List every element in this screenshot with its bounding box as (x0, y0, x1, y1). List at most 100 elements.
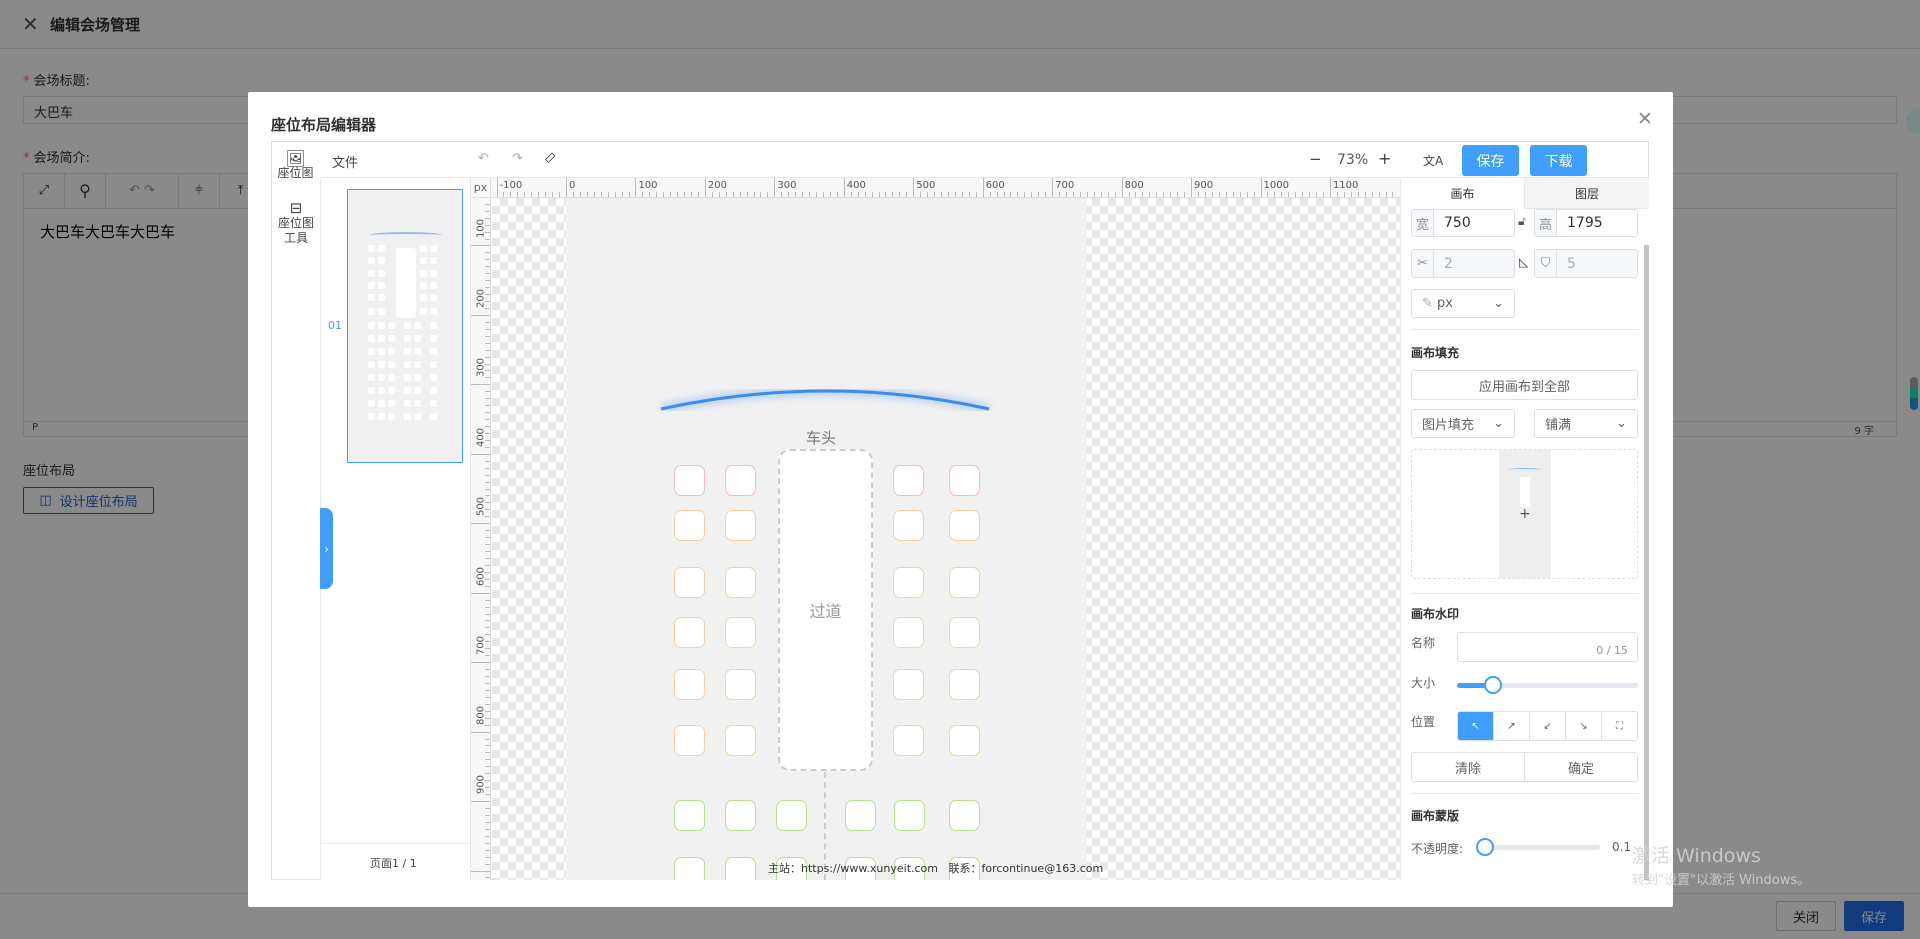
apply-to-all-button[interactable]: 应用画布到全部 (1411, 370, 1638, 400)
seat[interactable] (894, 800, 925, 831)
ruler-tick (635, 178, 637, 197)
ruler-tick (850, 192, 852, 197)
redo-icon[interactable]: ↷ (512, 151, 523, 166)
fill-image-upload[interactable]: + (1411, 449, 1638, 579)
ruler-tick (485, 467, 490, 469)
seat[interactable] (674, 465, 705, 496)
seat[interactable] (949, 617, 980, 648)
confirm-button[interactable]: 确定 (1525, 753, 1637, 781)
ruler-tick (485, 557, 490, 559)
seat[interactable] (893, 669, 924, 700)
seat[interactable] (893, 617, 924, 648)
seat[interactable] (893, 510, 924, 541)
ruler-tick (816, 192, 818, 197)
seat-canvas[interactable]: 车头 过道 主站：https://www.xunyeit.com 联系：forc… (566, 198, 1103, 880)
divider (1411, 329, 1638, 330)
unlock-icon[interactable]: 🔓︎ (1518, 214, 1526, 229)
height-input[interactable]: 高 1795 (1534, 209, 1638, 237)
seat[interactable] (725, 510, 756, 541)
seat[interactable] (776, 800, 807, 831)
tool-seat-map[interactable]: 🖼︎ 座位图 (272, 151, 319, 181)
ruler-tick (572, 192, 574, 197)
seat[interactable] (674, 669, 705, 700)
ruler-tick (739, 192, 741, 197)
seat[interactable] (725, 465, 756, 496)
seat[interactable] (893, 465, 924, 496)
position-option[interactable]: ↖ (1458, 712, 1494, 740)
fill-mode-select[interactable]: 铺满 ⌄ (1534, 409, 1638, 438)
unit-select[interactable]: ✎ px ⌄ (1411, 289, 1515, 318)
seat[interactable] (674, 725, 705, 756)
zoom-in-button[interactable]: + (1378, 149, 1391, 168)
canvas-save-button[interactable]: 保存 (1462, 145, 1519, 176)
seat[interactable] (949, 567, 980, 598)
clear-button[interactable]: 清除 (1412, 753, 1525, 781)
bus-front-label: 车头 (806, 429, 837, 447)
vertical-ruler[interactable]: 100 200 300 400 500 600 700 800 900 (471, 198, 491, 880)
thumb-seat (404, 387, 411, 394)
seat[interactable] (674, 857, 705, 880)
page-thumbnail[interactable] (347, 189, 463, 463)
position-option[interactable]: ↘ (1566, 712, 1602, 740)
download-button[interactable]: 下载 (1530, 145, 1587, 176)
seat[interactable] (674, 567, 705, 598)
tool-seat-map-tools[interactable]: ⊟ 座位图工具 (276, 201, 316, 246)
opacity-slider[interactable] (1476, 838, 1600, 856)
shield-input[interactable]: ⛉ 5 (1534, 249, 1638, 278)
seat[interactable] (949, 800, 980, 831)
ruler-tick (524, 192, 526, 197)
name-label: 名称 (1411, 636, 1436, 650)
seat[interactable] (725, 567, 756, 598)
height-label: 高 (1535, 210, 1557, 236)
position-option[interactable]: ↗ (1494, 712, 1530, 740)
zoom-out-button[interactable]: − (1309, 150, 1322, 168)
seat[interactable] (725, 857, 756, 880)
chevron-down-icon: ⌄ (1616, 416, 1627, 431)
seat[interactable] (949, 725, 980, 756)
translate-icon[interactable]: 文A (1423, 152, 1443, 169)
tab-layers[interactable]: 图层 (1524, 178, 1649, 209)
tab-canvas[interactable]: 画布 (1401, 178, 1524, 209)
width-input[interactable]: 宽 750 (1411, 209, 1515, 237)
seat[interactable] (725, 800, 756, 831)
fill-type-select[interactable]: 图片填充 ⌄ (1411, 409, 1515, 438)
seat[interactable] (893, 725, 924, 756)
seat[interactable] (893, 567, 924, 598)
seat[interactable] (725, 617, 756, 648)
mask-heading: 画布蒙版 (1411, 809, 1460, 823)
undo-icon[interactable]: ↶ (478, 151, 489, 166)
aisle[interactable]: 过道 (778, 449, 873, 771)
ruler-tick (517, 192, 519, 197)
scissors-input[interactable]: ✂ 2 (1411, 249, 1515, 278)
seat[interactable] (949, 510, 980, 541)
ruler-tick (1225, 192, 1227, 197)
ruler-tick (732, 192, 734, 197)
canvas-viewport[interactable]: 车头 过道 主站：https://www.xunyeit.com 联系：forc… (492, 198, 1400, 880)
seat[interactable] (725, 725, 756, 756)
seat[interactable] (949, 669, 980, 700)
seat[interactable] (674, 617, 705, 648)
thumb-seat (430, 361, 437, 368)
seat[interactable] (845, 800, 876, 831)
ruler-tick (510, 192, 512, 197)
position-option[interactable]: ↙ (1530, 712, 1566, 740)
close-icon[interactable]: ✕ (1637, 108, 1653, 130)
thumb-seat (378, 308, 385, 315)
size-slider[interactable] (1457, 676, 1638, 694)
ruler-tick (697, 192, 699, 197)
panel-scrollbar[interactable] (1644, 245, 1649, 880)
opacity-slider-thumb[interactable] (1476, 838, 1494, 856)
ruler-tick (485, 203, 490, 205)
position-option[interactable]: ⛶ (1602, 712, 1637, 740)
watermark-name-input[interactable]: 0 / 15 (1457, 632, 1638, 662)
file-menu[interactable]: 文件 (332, 152, 358, 171)
seat[interactable] (725, 669, 756, 700)
thumb-seat (420, 257, 427, 264)
thumb-seat (378, 335, 385, 342)
seat[interactable] (674, 800, 705, 831)
seat[interactable] (949, 465, 980, 496)
seat[interactable] (674, 510, 705, 541)
expand-panel-handle[interactable]: › (320, 508, 333, 589)
horizontal-ruler[interactable]: -100 0 100 200 300 400 500 600 700 800 900 1000 1100 (491, 178, 1400, 198)
ruler-tick (871, 192, 873, 197)
